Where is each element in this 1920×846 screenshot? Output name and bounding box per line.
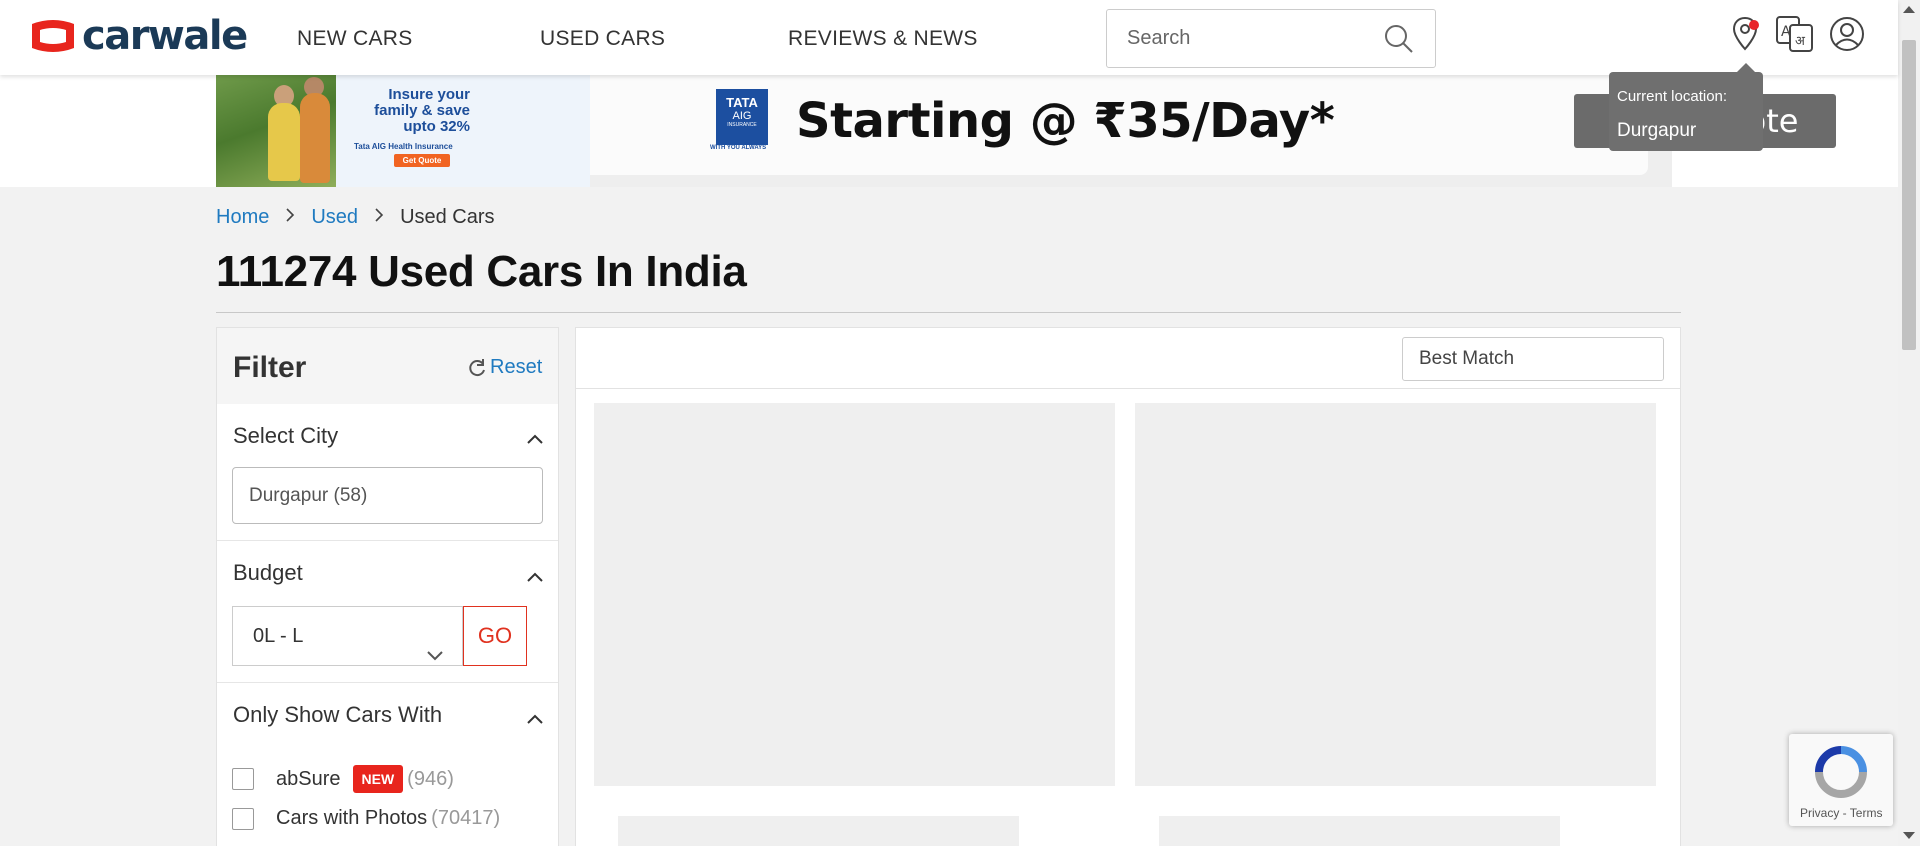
recaptcha-badge[interactable]: Privacy - Terms: [1789, 734, 1893, 826]
chevron-down-icon: [426, 627, 444, 685]
ad-family-photo: [216, 75, 336, 187]
ad-offer-card: Insure your family & save upto 32% Tata …: [336, 75, 590, 187]
carwale-logo[interactable]: carwale: [28, 13, 248, 59]
carwale-logo-icon: [28, 18, 78, 54]
only-show-heading[interactable]: Only Show Cars With: [233, 702, 442, 728]
breadcrumb-used[interactable]: Used: [311, 206, 358, 229]
user-account-icon[interactable]: [1829, 16, 1865, 57]
filter-title: Filter: [233, 351, 307, 384]
search-input[interactable]: [1127, 27, 1377, 50]
chevron-up-icon[interactable]: [526, 570, 544, 588]
breadcrumb-chevron-icon: [374, 206, 384, 229]
search-icon[interactable]: [1383, 23, 1415, 60]
filter-panel: Filter Reset Select City Durgapur (58) B…: [216, 327, 559, 846]
svg-text:A: A: [1781, 24, 1791, 40]
tata-logo-line3: INSURANCE: [727, 122, 757, 128]
listing-card-placeholder: [618, 816, 1019, 846]
svg-text:अ: अ: [1795, 34, 1806, 49]
results-panel: Best Match: [575, 327, 1681, 846]
recaptcha-icon: [1815, 746, 1867, 798]
page-scrollbar[interactable]: [1898, 0, 1920, 846]
photos-checkbox[interactable]: [232, 807, 254, 830]
current-location-tooltip[interactable]: Current location: Durgapur: [1609, 63, 1763, 151]
reset-button[interactable]: Reset: [467, 356, 542, 379]
tata-logo-line1: TATA: [726, 95, 758, 110]
section-divider: [217, 682, 558, 683]
filter-header: Filter Reset: [217, 328, 558, 404]
notification-dot: [1749, 20, 1759, 30]
chevron-up-icon[interactable]: [526, 712, 544, 730]
tata-aig-logo: TATA AIG INSURANCE: [716, 89, 768, 145]
tata-tagline: WITH YOU ALWAYS: [710, 145, 767, 151]
absure-checkbox[interactable]: [232, 768, 254, 790]
listing-card-placeholder: [1159, 816, 1560, 846]
chevron-up-icon[interactable]: [526, 432, 544, 450]
current-location-label: Current location:: [1617, 88, 1728, 105]
refresh-icon: [469, 358, 485, 376]
section-divider: [217, 540, 558, 541]
sort-bar: Best Match: [576, 328, 1680, 389]
filter-option-photos[interactable]: Cars with Photos (70417): [232, 807, 500, 830]
absure-count: (946): [407, 767, 454, 790]
page-title: 111274 Used Cars In India: [216, 247, 747, 296]
recaptcha-links[interactable]: Privacy - Terms: [1800, 806, 1882, 820]
tata-logo-line2: AIG: [732, 110, 752, 122]
city-select-field[interactable]: Durgapur (58): [232, 467, 543, 524]
language-icon[interactable]: Aअ: [1776, 16, 1814, 57]
site-header: carwale NEW CARS USED CARS REVIEWS & NEW…: [0, 0, 1898, 75]
new-badge: NEW: [352, 765, 404, 793]
nav-new-cars[interactable]: NEW CARS: [297, 27, 413, 51]
breadcrumb-home[interactable]: Home: [216, 206, 269, 229]
ad-card-text: Insure your family & save upto 32%: [374, 86, 470, 135]
photos-count: (70417): [431, 807, 501, 829]
listing-card-placeholder: [594, 403, 1115, 786]
ad-banner[interactable]: Insure your family & save upto 32% Tata …: [216, 75, 1836, 187]
ad-card-subtext: Tata AIG Health Insurance: [354, 142, 453, 151]
scrollbar-thumb[interactable]: [1902, 40, 1916, 350]
current-location-city: Durgapur: [1617, 120, 1697, 141]
nav-reviews-news[interactable]: REVIEWS & NEWS: [788, 27, 978, 51]
search-box[interactable]: [1106, 9, 1436, 68]
ad-headline: Starting @ ₹35/Day*: [796, 93, 1335, 149]
logo-text: carwale: [82, 13, 248, 59]
filter-option-absure[interactable]: abSure NEW (946): [232, 765, 454, 793]
scroll-down-arrow[interactable]: [1903, 832, 1915, 839]
ad-card-button[interactable]: Get Quote: [394, 154, 450, 167]
nav-used-cars[interactable]: USED CARS: [540, 27, 665, 51]
breadcrumb-chevron-icon: [285, 206, 295, 229]
budget-go-button[interactable]: GO: [463, 606, 527, 666]
listing-card-placeholder: [1135, 403, 1656, 786]
ad-photo-figure: [300, 93, 330, 183]
budget-range-value: 0L - L: [253, 625, 304, 647]
ad-photo-figure: [268, 103, 300, 181]
budget-heading[interactable]: Budget: [233, 560, 303, 586]
breadcrumb-current: Used Cars: [400, 206, 495, 228]
breadcrumb: Home Used Used Cars: [216, 206, 495, 229]
absure-label: abSure: [276, 767, 341, 790]
reset-label: Reset: [490, 356, 543, 378]
scroll-up-arrow[interactable]: [1903, 6, 1915, 13]
photos-label: Cars with Photos: [276, 807, 428, 829]
budget-range-select[interactable]: 0L - L: [232, 606, 463, 666]
title-divider: [216, 312, 1681, 313]
select-city-heading[interactable]: Select City: [233, 423, 338, 449]
sort-select[interactable]: Best Match: [1402, 337, 1664, 381]
